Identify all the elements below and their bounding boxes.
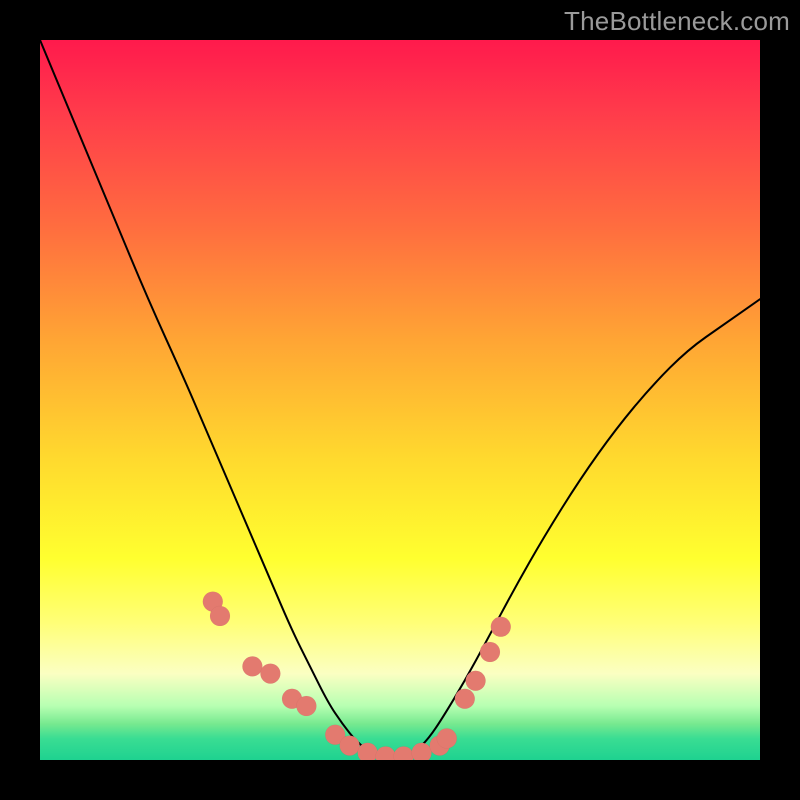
highlight-dot [455,689,475,709]
highlight-dot [340,736,360,756]
highlight-dot [412,743,432,760]
outer-frame: TheBottleneck.com [0,0,800,800]
watermark-text: TheBottleneck.com [564,6,790,37]
highlight-dot [210,606,230,626]
highlight-dot [242,656,262,676]
bottleneck-curve [40,40,760,756]
highlight-dot [491,617,511,637]
highlight-dot [437,728,457,748]
highlight-dot [466,671,486,691]
plot-area [40,40,760,760]
chart-svg [40,40,760,760]
highlight-dot [376,746,396,760]
highlight-dot [358,743,378,760]
highlight-dot [260,664,280,684]
highlight-dot [480,642,500,662]
highlight-dot [394,746,414,760]
highlight-dot [296,696,316,716]
highlight-dots-group [203,592,511,760]
